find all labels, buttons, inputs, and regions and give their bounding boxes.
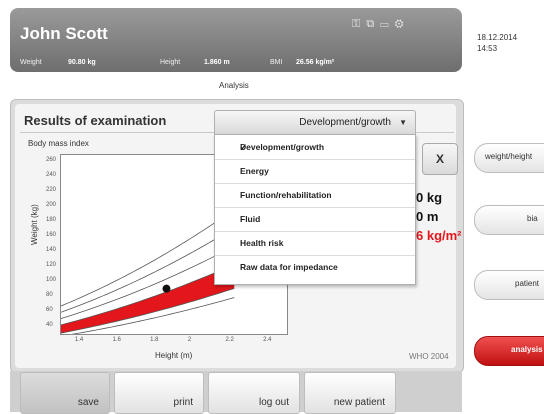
sidebar-analysis-button[interactable]: analysis (474, 336, 544, 366)
patient-name: John Scott (20, 24, 108, 43)
y-tick-label: 180 (46, 217, 57, 224)
option-label: Function/rehabilitation (240, 190, 332, 200)
result-height: 0 m (416, 209, 439, 224)
weight-value: 90.80 kg (68, 59, 96, 66)
x-tick-label: 1.8 (150, 337, 159, 343)
sidebar-button-label: patient (515, 279, 540, 288)
dropdown-option-energy[interactable]: Energy (215, 159, 415, 184)
sidebar-weight-height-button[interactable]: weight/height (474, 143, 544, 173)
y-tick-label: 220 (46, 187, 57, 194)
option-label: Fluid (240, 214, 261, 224)
x-tick-label: 2.2 (225, 337, 234, 343)
sidebar-button-label: analysis (511, 345, 543, 354)
dropdown-selected-label: Development/growth (299, 117, 391, 128)
header-icons: ⚿⧉▭⚙ (352, 18, 410, 31)
bmi-value: 26.56 kg/m² (296, 59, 335, 66)
y-tick-label: 240 (46, 172, 57, 179)
x-axis-label: Height (m) (155, 351, 193, 360)
chart-title: Body mass index (28, 139, 89, 148)
option-label: Energy (240, 166, 269, 176)
y-tick-label: 100 (46, 276, 57, 283)
datetime: 18.12.2014 14:53 (477, 32, 517, 54)
y-tick-label: 160 (46, 232, 57, 239)
lock-icon[interactable]: ⚿ (352, 18, 366, 30)
new-patient-button[interactable]: new patient (304, 372, 396, 414)
sidebar-bia-button[interactable]: bia (474, 205, 544, 235)
settings-icon[interactable]: ⚙ (395, 18, 410, 30)
date-text: 18.12.2014 (477, 33, 518, 42)
dropdown-option-fluid[interactable]: Fluid (215, 207, 415, 232)
patient-data-point (162, 284, 171, 293)
save-button[interactable]: save (20, 372, 110, 414)
print-button[interactable]: print (114, 372, 204, 414)
dropdown-option-raw-data[interactable]: Raw data for impedance (215, 255, 415, 279)
y-tick-label: 140 (46, 246, 57, 253)
print-label: print (173, 397, 193, 408)
option-label: Development/growth (240, 142, 325, 152)
dropdown-option-health-risk[interactable]: Health risk (215, 231, 415, 256)
sidebar-button-label: weight/height (485, 152, 533, 161)
y-axis-label: Weight (kg) (30, 204, 39, 245)
source-note: WHO 2004 (409, 352, 449, 361)
option-label: Health risk (240, 238, 284, 248)
save-label: save (77, 397, 99, 408)
bmi-label: BMI (270, 59, 283, 66)
dropdown-option-function-rehabilitation[interactable]: Function/rehabilitation (215, 183, 415, 208)
height-value: 1.860 m (204, 59, 230, 66)
time-text: 14:53 (477, 44, 498, 53)
section-title: Analysis (219, 81, 249, 90)
x-tick-label: 1.4 (74, 337, 84, 343)
dropdown-menu: ✓ Development/growth Energy Function/reh… (214, 134, 416, 285)
network-icon[interactable]: ⧉ (366, 18, 380, 30)
y-tick-label: 60 (46, 306, 53, 313)
x-tick-label: 2.4 (263, 337, 272, 343)
result-bmi: 6 kg/m² (416, 228, 462, 243)
close-button[interactable]: X (422, 143, 458, 175)
option-label: Raw data for impedance (240, 262, 338, 272)
battery-icon[interactable]: ▭ (380, 18, 394, 30)
result-weight: 0 kg (416, 190, 443, 205)
y-tick-label: 260 (46, 157, 57, 164)
sidebar-button-label: bia (527, 214, 538, 223)
x-tick-label: 2 (187, 337, 192, 343)
y-tick-label: 200 (46, 202, 57, 209)
weight-label: Weight (20, 59, 42, 66)
height-label: Height (160, 59, 181, 66)
sidebar-patient-button[interactable]: patient (474, 270, 544, 300)
results-title: Results of examination (24, 113, 167, 128)
y-tick-label: 80 (46, 291, 53, 298)
analysis-type-dropdown[interactable]: Development/growth ▼ (214, 110, 416, 136)
y-tick-label: 120 (46, 261, 57, 268)
caret-down-icon: ▼ (399, 118, 407, 127)
new-patient-label: new patient (333, 397, 385, 408)
logout-button[interactable]: log out (208, 372, 300, 414)
dropdown-option-development-growth[interactable]: ✓ Development/growth (215, 135, 415, 160)
y-tick-label: 40 (46, 321, 53, 328)
logout-label: log out (258, 397, 289, 408)
x-tick-label: 1.6 (112, 337, 121, 343)
